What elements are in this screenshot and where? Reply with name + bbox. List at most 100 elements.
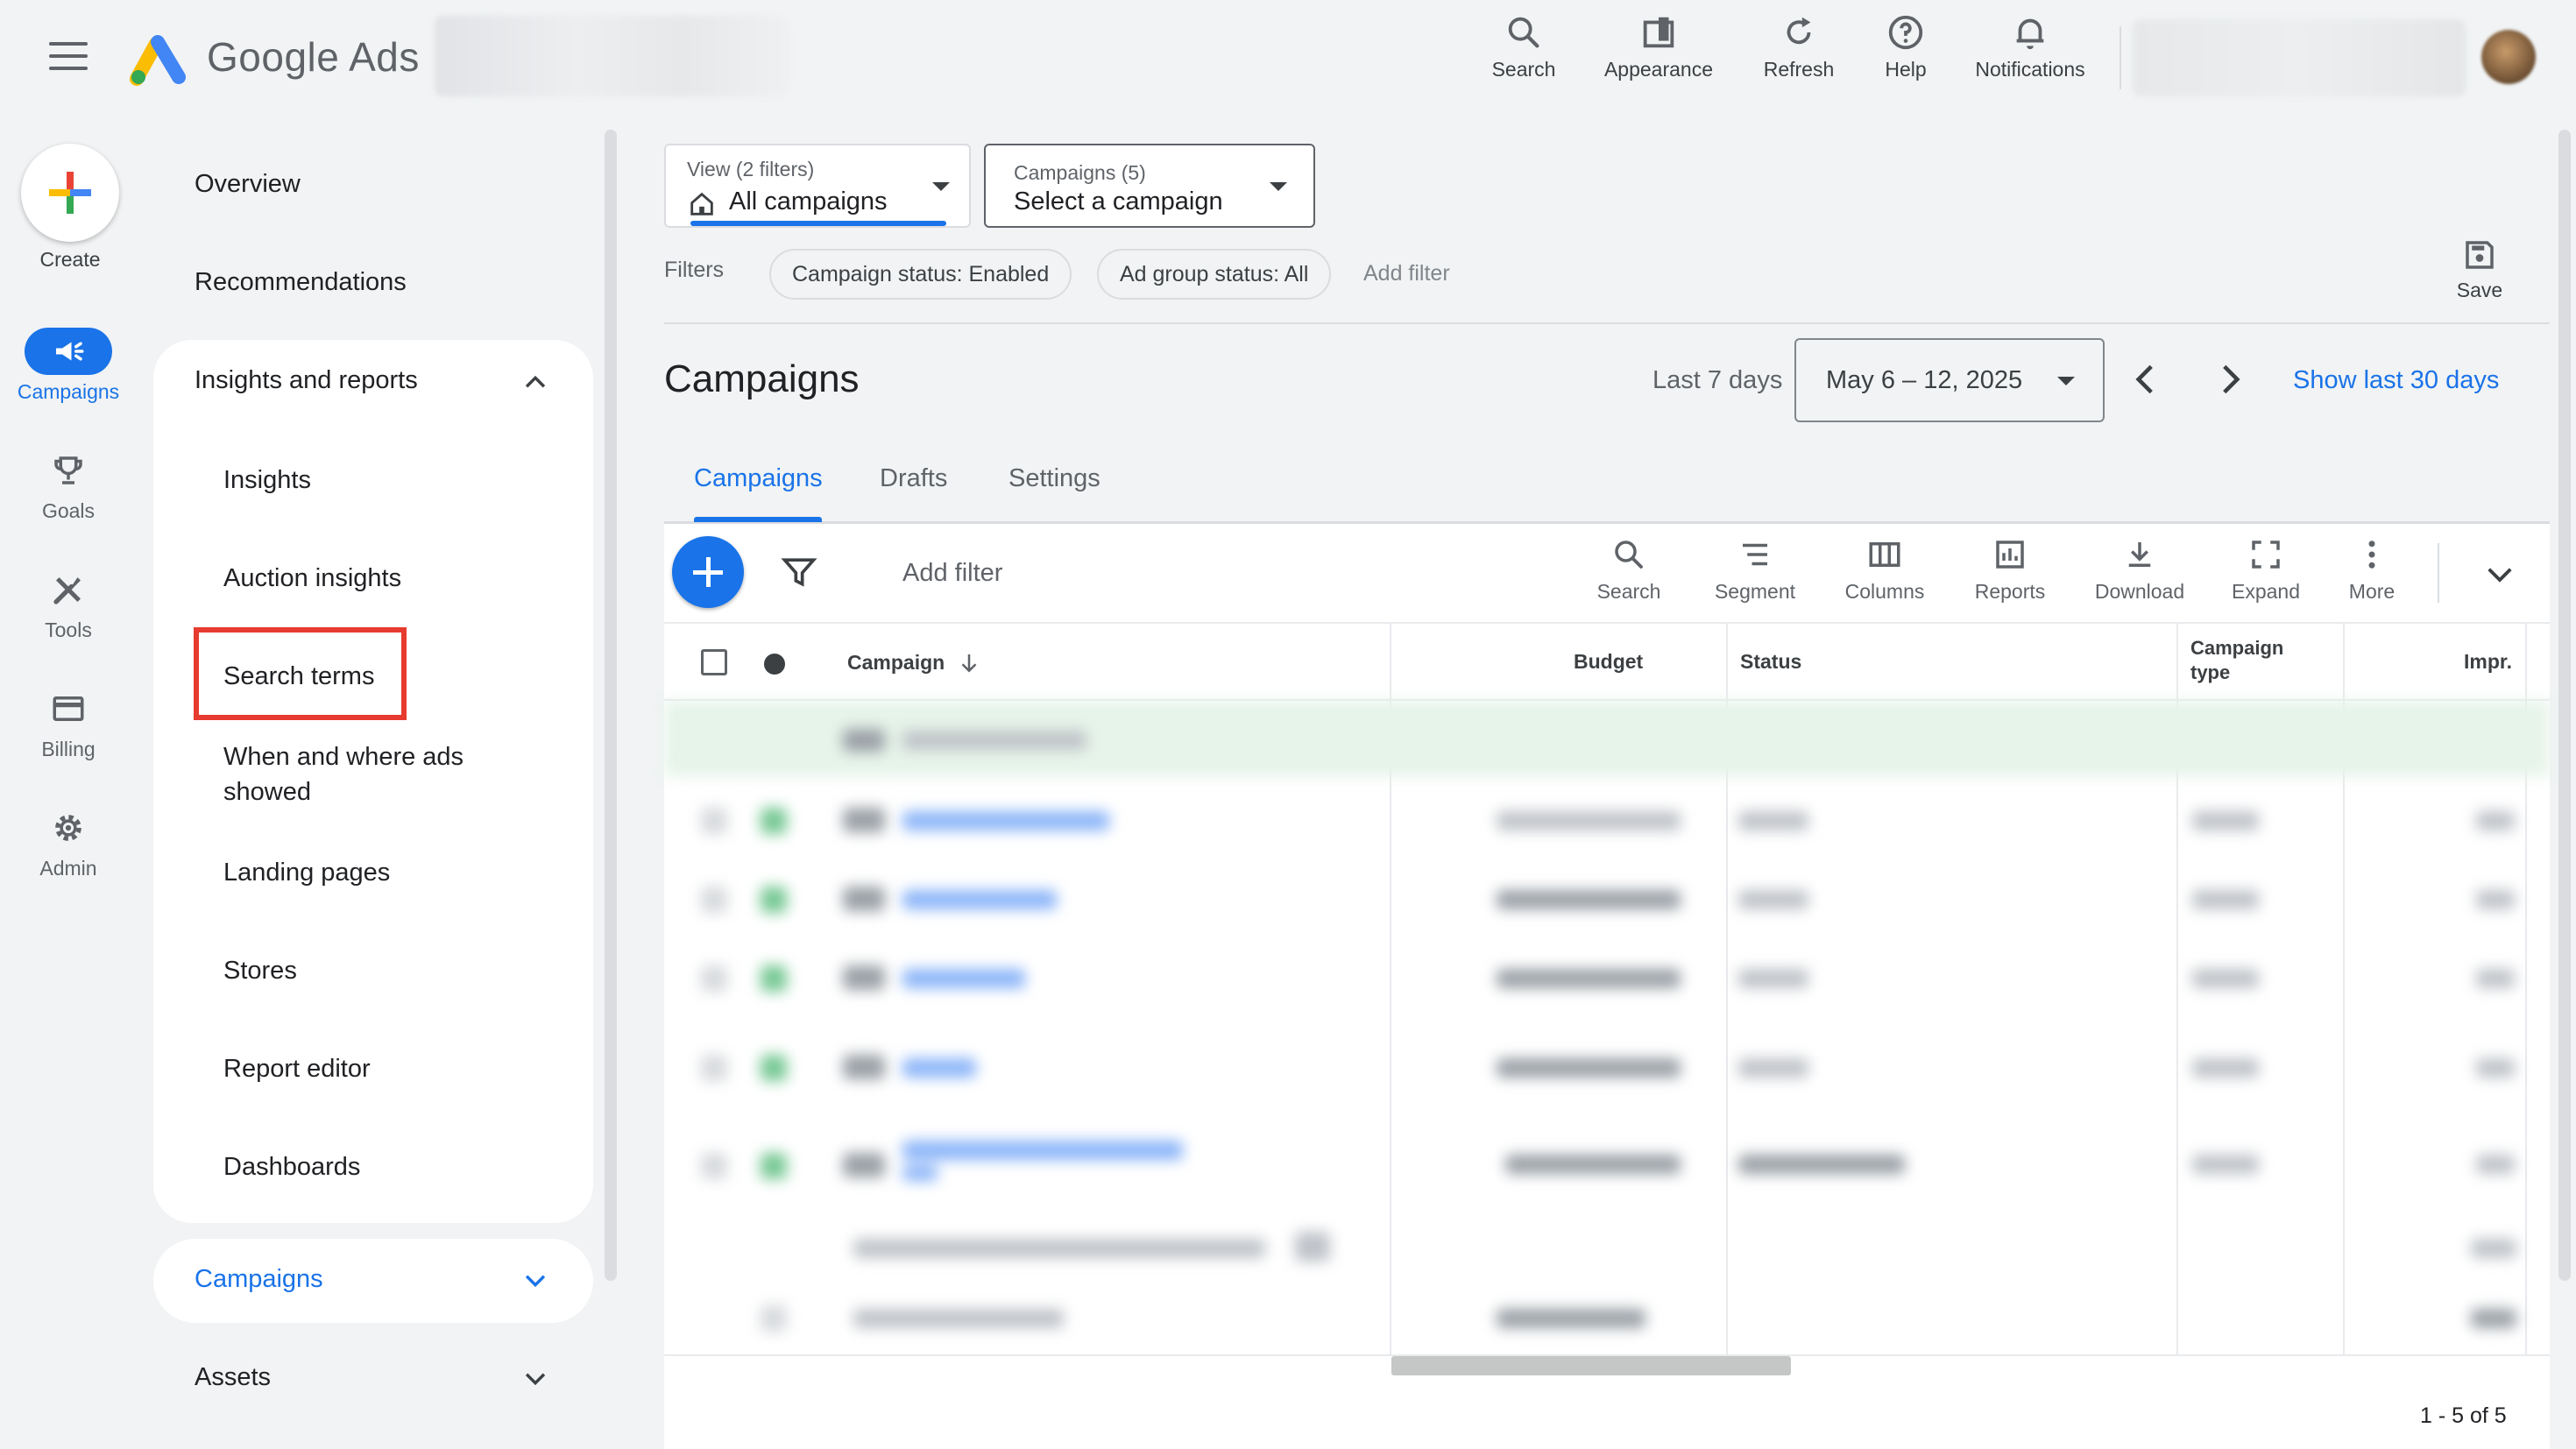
reports-icon — [1996, 541, 2024, 569]
expand-button[interactable]: Expand — [2226, 536, 2306, 617]
filters-label: Filters — [664, 258, 725, 282]
header-search-button[interactable]: Search — [1458, 12, 1589, 98]
table-toolbar-divider — [664, 622, 2550, 624]
download-button[interactable]: Download — [2087, 536, 2192, 617]
rail-item-billing[interactable]: Billing — [0, 685, 137, 761]
nav-section-assets[interactable]: Assets — [195, 1363, 271, 1392]
google-ads-logo — [130, 35, 186, 86]
expand-icon — [2252, 541, 2280, 569]
avatar[interactable] — [2481, 30, 2536, 84]
divider — [664, 322, 2550, 324]
header-appearance-button[interactable]: Appearance — [1593, 12, 1724, 98]
table-add-filter[interactable]: Add filter — [902, 559, 1002, 588]
chevron-left-icon[interactable] — [2124, 357, 2168, 401]
header-help-label: Help — [1885, 58, 1927, 81]
status-dot-icon — [764, 654, 785, 675]
filter-chip-campaign-status[interactable]: Campaign status: Enabled — [769, 249, 1072, 300]
header-search-label: Search — [1491, 58, 1556, 81]
nav-item-landing-pages[interactable]: Landing pages — [223, 855, 390, 890]
pagination-info: 1 - 5 of 5 — [2420, 1403, 2507, 1428]
trophy-icon — [54, 456, 82, 484]
create-button[interactable] — [21, 144, 119, 242]
tools-icon — [53, 577, 81, 604]
expand-label: Expand — [2231, 580, 2300, 603]
select-all-checkbox[interactable] — [701, 649, 727, 675]
rail-label-tools: Tools — [45, 618, 92, 641]
table-search-button[interactable]: Search — [1588, 536, 1670, 617]
rail-item-campaigns[interactable]: Campaigns — [0, 328, 137, 404]
horizontal-scrollbar[interactable] — [1391, 1356, 1791, 1375]
save-label: Save — [2456, 279, 2503, 301]
add-filter-link[interactable]: Add filter — [1363, 261, 1450, 286]
rail-label-campaigns: Campaigns — [17, 380, 120, 403]
date-range-label: Last 7 days — [1652, 366, 1783, 394]
chevron-down-icon[interactable] — [2481, 555, 2518, 592]
column-header-status[interactable]: Status — [1740, 650, 1801, 674]
more-button[interactable]: More — [2336, 536, 2408, 617]
download-label: Download — [2094, 580, 2185, 603]
main-menu-icon[interactable] — [49, 42, 88, 77]
user-account-info[interactable] — [2133, 19, 2466, 96]
home-icon — [690, 192, 713, 216]
filter-chip-ad-group-status[interactable]: Ad group status: All — [1097, 249, 1332, 300]
nav-item-recommendations[interactable]: Recommendations — [195, 268, 407, 297]
campaign-selector[interactable]: Campaigns (5) Select a campaign — [984, 144, 1315, 228]
save-icon — [2466, 241, 2494, 269]
show-last-30-days-link[interactable]: Show last 30 days — [2293, 366, 2499, 395]
help-icon — [1888, 15, 1923, 50]
columns-button[interactable]: Columns — [1838, 536, 1931, 617]
segment-icon — [1743, 543, 1767, 566]
tab-settings[interactable]: Settings — [1008, 464, 1100, 493]
chevron-right-icon[interactable] — [2208, 357, 2252, 401]
nav-item-auction-insights[interactable]: Auction insights — [223, 561, 401, 596]
chevron-up-icon[interactable] — [520, 368, 550, 398]
date-range-picker[interactable]: May 6 – 12, 2025 — [1794, 338, 2105, 422]
search-icon — [1615, 541, 1643, 569]
table-search-label: Search — [1596, 580, 1661, 603]
nav-item-overview[interactable]: Overview — [195, 170, 301, 199]
view-underline — [690, 221, 946, 226]
chevron-down-icon[interactable] — [520, 1265, 550, 1295]
segment-button[interactable]: Segment — [1707, 536, 1803, 617]
refresh-icon — [1787, 17, 1811, 45]
view-caption: View (2 filters) — [687, 158, 815, 180]
page-scrollbar[interactable] — [2558, 130, 2571, 1281]
column-header-impr[interactable]: Impr. — [2464, 650, 2512, 674]
filter-icon[interactable] — [780, 552, 818, 590]
highlight-box — [194, 627, 407, 720]
brand-title: Google Ads — [207, 34, 420, 80]
header-help-button[interactable]: Help — [1840, 12, 1971, 98]
column-header-campaign[interactable]: Campaign — [847, 650, 982, 676]
nav-item-when-where-ads-showed[interactable]: When and where ads showed — [223, 739, 464, 809]
header-notifications-button[interactable]: Notifications — [1964, 12, 2096, 98]
nav-item-stores[interactable]: Stores — [223, 953, 297, 988]
nav-item-dashboards[interactable]: Dashboards — [223, 1149, 360, 1184]
nav-section-campaigns[interactable]: Campaigns — [195, 1265, 323, 1294]
chevron-down-icon[interactable] — [520, 1363, 550, 1393]
tab-drafts[interactable]: Drafts — [880, 464, 947, 493]
nav-scrollbar[interactable] — [605, 130, 617, 1281]
view-selector[interactable]: View (2 filters) All campaigns — [664, 144, 971, 228]
dropdown-arrow-icon — [2057, 377, 2075, 385]
account-selector[interactable] — [435, 16, 789, 96]
save-button[interactable]: Save — [2434, 237, 2525, 315]
nav-item-report-editor[interactable]: Report editor — [223, 1051, 371, 1086]
reports-button[interactable]: Reports — [1968, 536, 2052, 617]
megaphone-icon — [56, 342, 84, 361]
search-icon — [1508, 17, 1539, 48]
tab-campaigns[interactable]: Campaigns — [694, 464, 823, 493]
rail-item-admin[interactable]: Admin — [0, 804, 137, 880]
nav-section-insights-and-reports[interactable]: Insights and reports — [195, 366, 418, 395]
more-label: More — [2348, 580, 2396, 603]
rail-item-goals[interactable]: Goals — [0, 447, 137, 523]
more-vert-icon — [2368, 541, 2375, 569]
campaign-caption: Campaigns (5) — [1014, 161, 1146, 184]
reports-label: Reports — [1974, 580, 2046, 603]
rail-item-tools[interactable]: Tools — [0, 566, 137, 642]
column-header-campaign-type[interactable]: Campaign type — [2190, 636, 2283, 685]
segment-label: Segment — [1714, 580, 1796, 603]
add-campaign-button[interactable] — [672, 536, 744, 608]
column-header-budget[interactable]: Budget — [1574, 650, 1643, 674]
dropdown-arrow-icon — [932, 182, 950, 191]
nav-item-insights[interactable]: Insights — [223, 463, 311, 498]
